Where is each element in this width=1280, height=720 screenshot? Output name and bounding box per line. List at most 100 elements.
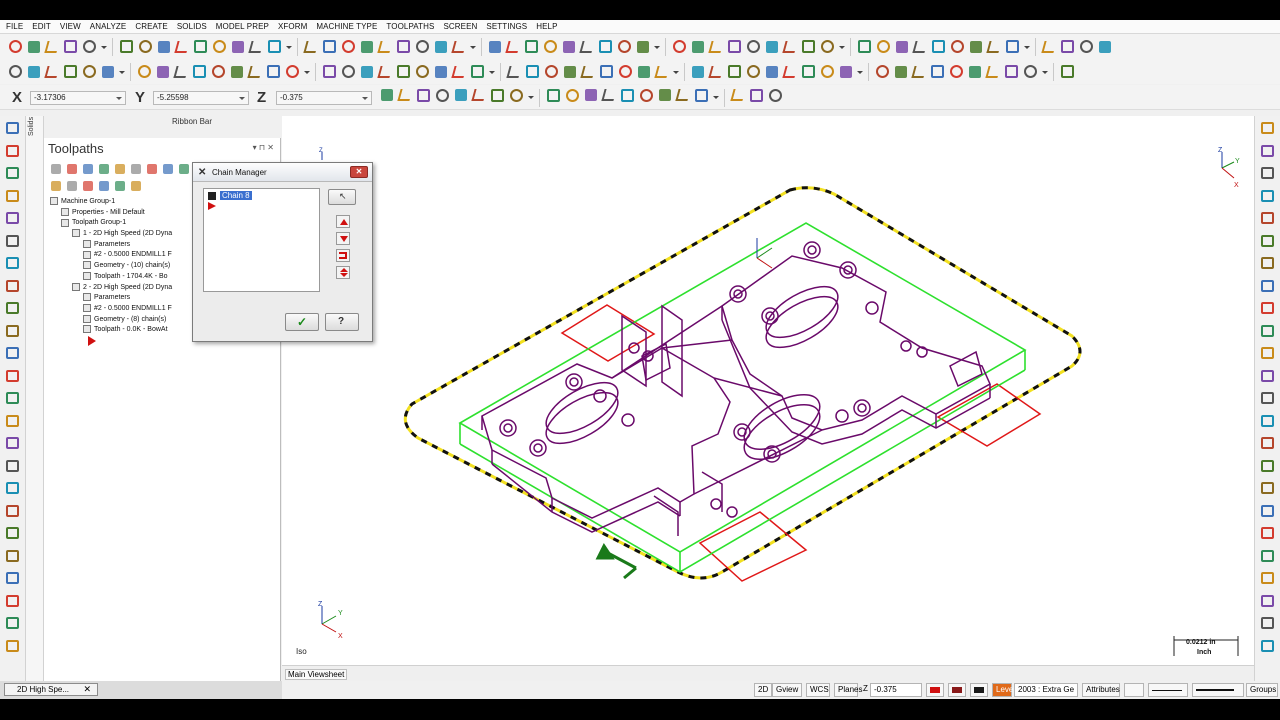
toolbar-tool-icon[interactable] [377, 65, 393, 78]
toolbar-tool-icon[interactable] [692, 65, 704, 78]
panel-window-controls[interactable]: ▾ ⊓ ✕ [253, 143, 274, 152]
side-tool-icon[interactable] [6, 549, 19, 562]
dropdown-arrow-icon[interactable] [672, 64, 679, 80]
toolbar-tool-icon[interactable] [692, 40, 704, 53]
planes-button[interactable]: Planes [834, 683, 862, 697]
mode-2d-button[interactable]: 2D [754, 683, 773, 697]
toolbar-tool-icon[interactable] [821, 65, 834, 78]
line-style-select[interactable] [1148, 683, 1188, 697]
toolbar-tool-icon[interactable] [267, 65, 280, 78]
manager-tool-icon[interactable] [99, 181, 109, 191]
dialog-close-button[interactable]: ✕ [350, 166, 368, 178]
dropdown-arrow-icon[interactable] [1041, 64, 1048, 80]
toolbar-tool-icon[interactable] [1099, 40, 1111, 53]
toolbar-tool-icon[interactable] [361, 65, 373, 78]
z-coordinate-input[interactable]: -0.375 [276, 91, 372, 105]
toolbar-tool-icon[interactable] [695, 89, 708, 102]
toolbar-tool-icon[interactable] [1041, 40, 1057, 53]
toolbar-tool-icon[interactable] [637, 40, 649, 53]
toolbar-tool-icon[interactable] [451, 40, 467, 53]
move-down-button[interactable] [336, 232, 350, 245]
point-style-select[interactable] [1124, 683, 1144, 697]
side-tool-icon[interactable] [6, 482, 19, 494]
side-tool-icon[interactable] [6, 617, 19, 629]
toolbar-tool-icon[interactable] [64, 40, 77, 53]
toolbar-tool-icon[interactable] [673, 40, 686, 53]
toolbar-tool-icon[interactable] [747, 40, 760, 53]
toolbar-tool-icon[interactable] [83, 40, 96, 53]
side-tool-icon[interactable] [6, 257, 19, 269]
toolbar-tool-icon[interactable] [782, 40, 798, 53]
side-tool-icon[interactable] [6, 572, 19, 584]
side-tool-icon[interactable] [1261, 639, 1274, 652]
side-tool-icon[interactable] [1261, 302, 1274, 314]
color-button[interactable] [926, 683, 944, 697]
toolbar-tool-icon[interactable] [9, 40, 22, 53]
toolbar-tool-icon[interactable] [158, 40, 170, 53]
manager-tool-icon[interactable] [51, 164, 61, 174]
toolbar-tool-icon[interactable] [1005, 65, 1018, 78]
side-tool-icon[interactable] [1261, 459, 1274, 472]
wcs-button[interactable]: WCS [806, 683, 830, 697]
line-width-select[interactable] [1192, 683, 1244, 697]
toolbar-tool-icon[interactable] [708, 40, 724, 53]
manager-tool-icon[interactable] [115, 164, 125, 174]
toolbar-tool-icon[interactable] [102, 65, 114, 78]
side-tool-icon[interactable] [1261, 347, 1274, 359]
side-tool-icon[interactable] [1261, 122, 1274, 134]
close-icon[interactable]: ✕ [83, 684, 91, 695]
toolbar-tool-icon[interactable] [1006, 40, 1019, 53]
menu-settings[interactable]: SETTINGS [486, 22, 527, 31]
menu-model-prep[interactable]: MODEL PREP [216, 22, 269, 31]
toolbar-tool-icon[interactable] [638, 65, 650, 78]
toolbar-tool-icon[interactable] [83, 65, 96, 78]
side-tool-icon[interactable] [1261, 257, 1274, 269]
side-tool-icon[interactable] [6, 144, 19, 157]
groups-button[interactable]: Groups [1246, 683, 1278, 697]
toolbar-tool-icon[interactable] [580, 65, 596, 78]
toolbar-tool-icon[interactable] [435, 65, 447, 78]
toolbar-tool-icon[interactable] [728, 40, 741, 53]
side-tool-icon[interactable] [6, 437, 19, 449]
toolbar-tool-icon[interactable] [618, 40, 631, 53]
dropdown-arrow-icon[interactable] [100, 39, 107, 55]
menu-solids[interactable]: SOLIDS [177, 22, 207, 31]
toolbar-tool-icon[interactable] [821, 40, 834, 53]
toolbar-tool-icon[interactable] [708, 65, 724, 78]
toolbar-tool-icon[interactable] [621, 89, 634, 102]
main-viewsheet-tab[interactable]: Main Viewsheet [285, 669, 348, 680]
side-tool-icon[interactable] [1261, 392, 1274, 404]
toolbar-tool-icon[interactable] [951, 40, 964, 53]
toolbar-tool-icon[interactable] [876, 65, 889, 78]
manager-tool-icon[interactable] [179, 164, 189, 174]
toolbar-tool-icon[interactable] [510, 89, 523, 102]
toolbar-tool-icon[interactable] [544, 40, 557, 53]
toolbar-tool-icon[interactable] [416, 40, 429, 53]
toolbar-tool-icon[interactable] [1061, 40, 1074, 53]
toolbar-tool-icon[interactable] [9, 65, 22, 78]
toolbar-tool-icon[interactable] [491, 89, 504, 102]
toolbar-tool-icon[interactable] [44, 65, 60, 78]
toolbar-tool-icon[interactable] [526, 65, 539, 78]
side-tool-icon[interactable] [6, 324, 19, 337]
toolbar-tool-icon[interactable] [232, 40, 244, 53]
toolbar-tool-icon[interactable] [585, 89, 597, 101]
menu-analyze[interactable]: ANALYZE [90, 22, 127, 31]
toolbar-tool-icon[interactable] [451, 65, 467, 78]
toolbar-tool-icon[interactable] [931, 65, 944, 78]
menu-file[interactable]: FILE [6, 22, 23, 31]
side-tool-icon[interactable] [1261, 414, 1274, 427]
menu-help[interactable]: HELP [536, 22, 557, 31]
side-tool-icon[interactable] [6, 594, 19, 607]
manager-tool-icon[interactable] [131, 181, 141, 191]
side-tool-icon[interactable] [6, 189, 19, 202]
side-tool-icon[interactable] [6, 347, 19, 359]
toolbar-tool-icon[interactable] [174, 40, 190, 53]
help-button[interactable]: ? [325, 313, 359, 331]
toolbar-tool-icon[interactable] [877, 40, 890, 53]
toolbar-tool-icon[interactable] [728, 65, 741, 78]
z-depth-input[interactable]: -0.375 [870, 683, 922, 697]
graphics-viewport[interactable]: Z Y X Z Y X Z Iso 0.0212 in Inch [282, 116, 1254, 665]
toolbar-tool-icon[interactable] [397, 65, 410, 78]
side-tool-icon[interactable] [1261, 437, 1274, 449]
